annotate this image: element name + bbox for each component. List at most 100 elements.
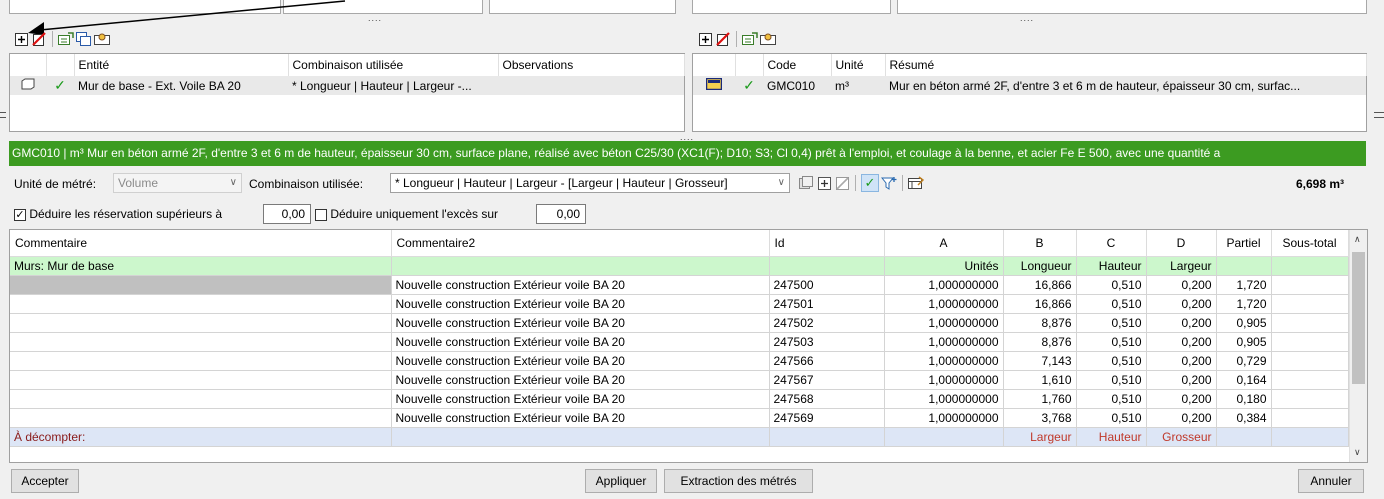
cell-comment2[interactable]: Nouvelle construction Extérieur voile BA… <box>391 370 770 390</box>
cell-comment2[interactable]: Nouvelle construction Extérieur voile BA… <box>391 275 770 295</box>
splitter-dots-right[interactable]: .... <box>1020 14 1034 23</box>
cell-a[interactable] <box>884 427 1004 447</box>
price-row[interactable]: ✓ GMC010 m³ Mur en béton armé 2F, d'entr… <box>693 76 1366 95</box>
col-comment2[interactable]: Commentaire2 <box>391 230 770 257</box>
cell-comment[interactable] <box>10 332 392 352</box>
left-splitter-handle[interactable] <box>0 112 6 118</box>
table-row[interactable]: Nouvelle construction Extérieur voile BA… <box>10 313 1349 333</box>
cell-b[interactable]: Largeur <box>1003 427 1077 447</box>
accept-button[interactable]: Accepter <box>11 469 79 493</box>
col-observations[interactable]: Observations <box>498 54 685 76</box>
cell-comment[interactable] <box>10 294 392 314</box>
cell-comment[interactable] <box>10 275 392 295</box>
cell-comment[interactable] <box>10 351 392 371</box>
group-c[interactable]: Hauteur <box>1076 256 1147 276</box>
cell-partial[interactable]: 0,384 <box>1216 408 1272 428</box>
cell-subtotal[interactable] <box>1271 275 1349 295</box>
splitter-dots-middle[interactable]: .... <box>680 133 694 142</box>
cell-id[interactable] <box>769 427 885 447</box>
cell-subtotal[interactable] <box>1271 389 1349 409</box>
cell-id[interactable]: 247503 <box>769 332 885 352</box>
col-partial[interactable]: Partiel <box>1216 230 1272 257</box>
duplicate-icon[interactable] <box>798 175 814 191</box>
cell-partial[interactable]: 1,720 <box>1216 294 1272 314</box>
group-d[interactable]: Largeur <box>1146 256 1217 276</box>
import-edit-icon[interactable] <box>58 31 74 47</box>
table-row[interactable]: Nouvelle construction Extérieur voile BA… <box>10 408 1349 428</box>
view-measurements-icon[interactable] <box>760 31 776 47</box>
cell-comment[interactable] <box>10 313 392 333</box>
cell-comment[interactable]: À décompter: <box>10 427 392 447</box>
cell-subtotal[interactable] <box>1271 313 1349 333</box>
cell-comment2[interactable]: Nouvelle construction Extérieur voile BA… <box>391 351 770 371</box>
deduct-excess-checkbox[interactable] <box>315 208 327 221</box>
edit-table-icon[interactable] <box>908 175 924 191</box>
deduct-excess-option[interactable]: Déduire uniquement l'excès sur <box>315 207 498 221</box>
cell-id[interactable]: 247567 <box>769 370 885 390</box>
cell-a[interactable]: 1,000000000 <box>884 313 1004 333</box>
col-combination[interactable]: Combinaison utilisée <box>288 54 499 76</box>
cell-c[interactable]: 0,510 <box>1076 351 1147 371</box>
cell-c[interactable]: 0,510 <box>1076 408 1147 428</box>
cell-a[interactable]: 1,000000000 <box>884 389 1004 409</box>
cell-d[interactable]: 0,200 <box>1146 351 1217 371</box>
cell-id[interactable]: 247568 <box>769 389 885 409</box>
cell-a[interactable]: 1,000000000 <box>884 275 1004 295</box>
col-entity[interactable]: Entité <box>74 54 289 76</box>
table-row[interactable]: Nouvelle construction Extérieur voile BA… <box>10 275 1349 295</box>
cell-c[interactable]: Hauteur <box>1076 427 1147 447</box>
cell-d[interactable]: 0,200 <box>1146 294 1217 314</box>
cell-b[interactable]: 3,768 <box>1003 408 1077 428</box>
cell-partial[interactable]: 1,720 <box>1216 275 1272 295</box>
cell-comment[interactable] <box>10 389 392 409</box>
scroll-up-icon[interactable]: ∧ <box>1354 234 1361 245</box>
cell-d[interactable]: 0,200 <box>1146 389 1217 409</box>
cell-partial[interactable]: 0,905 <box>1216 332 1272 352</box>
delete-icon[interactable] <box>834 175 850 191</box>
table-row[interactable]: Nouvelle construction Extérieur voile BA… <box>10 389 1349 409</box>
col-comment[interactable]: Commentaire <box>10 230 392 257</box>
cell-b[interactable]: 16,866 <box>1003 294 1077 314</box>
cell-partial[interactable]: 0,164 <box>1216 370 1272 390</box>
cell-subtotal[interactable] <box>1271 294 1349 314</box>
cell-d[interactable]: 0,200 <box>1146 332 1217 352</box>
table-row[interactable]: Nouvelle construction Extérieur voile BA… <box>10 332 1349 352</box>
unit-select[interactable]: Volume ∨ <box>113 173 242 193</box>
cell-c[interactable]: 0,510 <box>1076 389 1147 409</box>
cell-d[interactable]: 0,200 <box>1146 370 1217 390</box>
deduction-row[interactable]: À décompter: Largeur Hauteur Grosseur <box>10 427 1349 447</box>
cell-partial[interactable]: 0,905 <box>1216 313 1272 333</box>
group-a[interactable]: Unités <box>884 256 1004 276</box>
add-icon[interactable] <box>13 31 29 47</box>
right-splitter-handle[interactable] <box>1374 112 1384 118</box>
cell-subtotal[interactable] <box>1271 427 1349 447</box>
col-a[interactable]: A <box>884 230 1004 257</box>
cell-d[interactable]: 0,200 <box>1146 275 1217 295</box>
group-b[interactable]: Longueur <box>1003 256 1077 276</box>
cell-comment2[interactable]: Nouvelle construction Extérieur voile BA… <box>391 313 770 333</box>
cell-b[interactable]: 1,610 <box>1003 370 1077 390</box>
view-measurements-icon[interactable] <box>94 31 110 47</box>
delete-icon[interactable] <box>715 31 731 47</box>
apply-button[interactable]: Appliquer <box>585 469 657 493</box>
group-row[interactable]: Murs: Mur de base Unités Longueur Hauteu… <box>10 256 1349 276</box>
cell-a[interactable]: 1,000000000 <box>884 370 1004 390</box>
scrollbar-thumb[interactable] <box>1352 252 1365 384</box>
cell-comment2[interactable]: Nouvelle construction Extérieur voile BA… <box>391 389 770 409</box>
cell-c[interactable]: 0,510 <box>1076 332 1147 352</box>
col-code[interactable]: Code <box>763 54 832 76</box>
cell-a[interactable]: 1,000000000 <box>884 408 1004 428</box>
cell-subtotal[interactable] <box>1271 370 1349 390</box>
add-icon[interactable] <box>697 31 713 47</box>
cell-comment2[interactable]: Nouvelle construction Extérieur voile BA… <box>391 294 770 314</box>
col-id[interactable]: Id <box>769 230 885 257</box>
filter-add-icon[interactable] <box>881 175 897 191</box>
group-comment[interactable]: Murs: Mur de base <box>10 256 392 276</box>
cell-partial[interactable] <box>1216 427 1272 447</box>
check-icon[interactable]: ✓ <box>861 174 879 192</box>
deduct-reservations-checkbox[interactable]: ✓ <box>14 208 26 221</box>
table-row[interactable]: Nouvelle construction Extérieur voile BA… <box>10 370 1349 390</box>
cell-b[interactable]: 8,876 <box>1003 332 1077 352</box>
splitter-dots-left[interactable]: .... <box>368 14 382 23</box>
entity-row[interactable]: ✓ Mur de base - Ext. Voile BA 20 * Longu… <box>10 76 684 95</box>
